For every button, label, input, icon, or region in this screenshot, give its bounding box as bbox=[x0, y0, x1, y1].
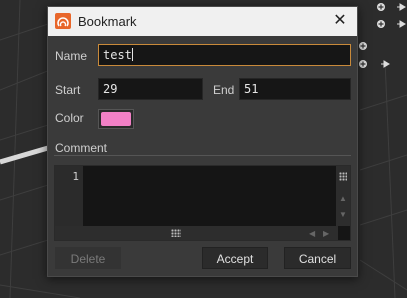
separator bbox=[54, 155, 351, 156]
name-field[interactable]: test bbox=[98, 44, 351, 66]
scroll-up-arrow-icon[interactable]: ▲ bbox=[339, 194, 347, 203]
node-plus-icon[interactable] bbox=[376, 19, 386, 29]
text-caret bbox=[131, 48, 133, 61]
scroll-grip-icon[interactable] bbox=[171, 229, 181, 237]
line-number-gutter: 1 bbox=[55, 166, 83, 226]
vertical-scrollbar[interactable]: ▲ ▼ bbox=[336, 166, 350, 226]
horizontal-scrollbar[interactable]: ◀ ▶ bbox=[55, 226, 338, 240]
node-flag-icon[interactable] bbox=[396, 2, 406, 12]
scroll-left-arrow-icon[interactable]: ◀ bbox=[309, 229, 315, 238]
color-swatch-fill bbox=[101, 112, 131, 126]
name-label: Name bbox=[55, 49, 88, 63]
dialog-titlebar[interactable]: Bookmark ✕ bbox=[48, 7, 357, 36]
comment-editor[interactable]: 1 ▲ ▼ ◀ ▶ bbox=[54, 165, 351, 241]
node-plus-icon[interactable] bbox=[358, 41, 368, 51]
color-label: Color bbox=[55, 111, 84, 125]
accept-button[interactable]: Accept bbox=[202, 247, 268, 269]
node-plus-icon[interactable] bbox=[376, 2, 386, 12]
node-plus-icon[interactable] bbox=[358, 59, 368, 69]
end-field[interactable]: 51 bbox=[239, 78, 351, 100]
delete-button[interactable]: Delete bbox=[55, 247, 121, 269]
bookmark-dialog: Bookmark ✕ Name test Start 29 End 51 Col… bbox=[47, 6, 358, 277]
scroll-down-arrow-icon[interactable]: ▼ bbox=[339, 210, 347, 219]
viewport-object-edge bbox=[0, 145, 49, 165]
start-label: Start bbox=[55, 83, 81, 97]
scroll-right-arrow-icon[interactable]: ▶ bbox=[323, 229, 329, 238]
comment-label: Comment bbox=[55, 141, 108, 155]
name-field-value: test bbox=[103, 48, 132, 62]
cancel-button[interactable]: Cancel bbox=[284, 247, 351, 269]
close-icon[interactable]: ✕ bbox=[331, 12, 349, 30]
start-field[interactable]: 29 bbox=[98, 78, 203, 100]
end-label: End bbox=[213, 83, 235, 97]
dialog-title: Bookmark bbox=[78, 14, 137, 29]
scroll-grip-icon[interactable] bbox=[339, 172, 347, 181]
node-flag-icon[interactable] bbox=[380, 59, 390, 69]
houdini-logo-icon bbox=[55, 13, 71, 29]
node-flag-icon[interactable] bbox=[396, 19, 406, 29]
color-swatch-button[interactable] bbox=[98, 109, 134, 129]
